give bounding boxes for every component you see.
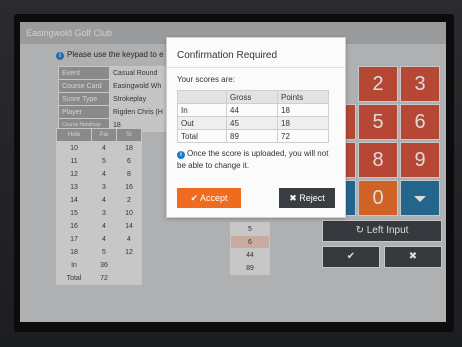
dialog-subtitle: Your scores are: <box>177 75 235 84</box>
row-label: In <box>177 103 227 117</box>
check-icon: ✔ <box>190 193 198 203</box>
gross-cell: 89 <box>226 129 278 143</box>
confirmation-dialog: Confirmation Required Your scores are: G… <box>166 37 346 218</box>
points-cell: 72 <box>277 129 329 143</box>
gross-cell: 44 <box>226 103 278 117</box>
col-header-points: Points <box>277 90 329 104</box>
info-icon: i <box>177 151 185 159</box>
row-label: Out <box>177 116 227 130</box>
col-header-blank <box>177 90 227 104</box>
reject-label: Reject <box>299 193 325 203</box>
gross-cell: 45 <box>226 116 278 130</box>
upload-warning-text: Once the score is uploaded, you will not… <box>177 149 329 170</box>
col-header-gross: Gross <box>226 90 278 104</box>
points-cell: 18 <box>277 103 329 117</box>
points-cell: 18 <box>277 116 329 130</box>
table-row: Out 45 18 <box>177 116 329 130</box>
accept-button[interactable]: ✔ Accept <box>177 188 241 208</box>
score-summary-table: Gross Points In 44 18 Out 45 18 Total 89 72 <box>177 90 329 143</box>
table-row: Total 89 72 <box>177 129 329 143</box>
header-row: Gross Points <box>177 90 329 104</box>
divider <box>167 67 345 68</box>
accept-label: Accept <box>200 193 228 203</box>
upload-warning: i Once the score is uploaded, you will no… <box>177 148 339 172</box>
row-label: Total <box>177 129 227 143</box>
table-row: In 44 18 <box>177 103 329 117</box>
reject-button[interactable]: ✖ Reject <box>279 188 335 208</box>
x-icon: ✖ <box>289 193 297 203</box>
dialog-title: Confirmation Required <box>177 50 278 61</box>
